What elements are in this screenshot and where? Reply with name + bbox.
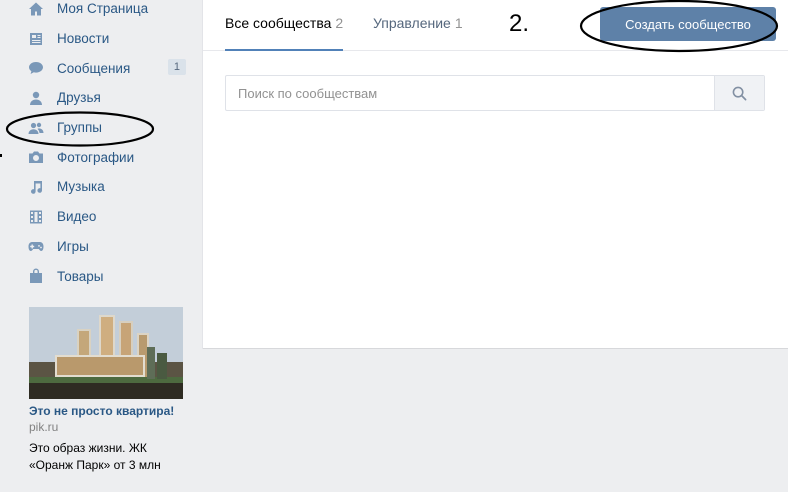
- sidebar-item-my-page[interactable]: Моя Страница: [20, 0, 190, 24]
- ad-title[interactable]: Это не просто квартира!: [29, 404, 183, 418]
- sidebar-item-groups[interactable]: Группы: [20, 113, 190, 143]
- shopping-bag-icon: [27, 267, 45, 285]
- sidebar-item-label: Сообщения: [57, 60, 131, 76]
- message-icon: [27, 59, 45, 77]
- music-note-icon: [27, 178, 45, 196]
- user-icon: [27, 89, 45, 107]
- users-icon: [27, 119, 45, 137]
- sidebar-item-photos[interactable]: Фотографии: [20, 142, 190, 172]
- community-search: [225, 75, 765, 111]
- news-icon: [27, 30, 45, 48]
- gamepad-icon: [27, 237, 45, 255]
- search-button[interactable]: [714, 76, 764, 110]
- sidebar-item-label: Новости: [57, 31, 110, 47]
- sidebar-item-label: Товары: [57, 268, 104, 284]
- create-community-button[interactable]: Создать сообщество: [600, 7, 776, 41]
- tab-count: 1: [454, 15, 463, 31]
- sidebar-item-label: Музыка: [57, 179, 105, 195]
- step-number-annotation: 2.: [509, 10, 530, 37]
- ad-image[interactable]: [29, 307, 183, 399]
- sidebar-item-friends[interactable]: Друзья: [20, 83, 190, 113]
- sidebar-item-messages[interactable]: Сообщения 1: [20, 53, 190, 83]
- annotation-mark: [0, 154, 2, 157]
- tab-count: 2: [335, 15, 344, 31]
- home-icon: [27, 0, 45, 18]
- sidebar-item-label: Игры: [57, 238, 89, 254]
- sidebar-item-label: Фотографии: [57, 149, 135, 165]
- camera-icon: [27, 148, 45, 166]
- sidebar-item-label: Видео: [57, 209, 97, 225]
- community-search-input[interactable]: [226, 76, 715, 110]
- film-icon: [27, 208, 45, 226]
- ad-text[interactable]: Это образ жизни. ЖК «Оранж Парк» от 3 мл…: [29, 440, 179, 474]
- tab-all-communities[interactable]: Все сообщества 2: [225, 15, 344, 51]
- tab-label: Все сообщества: [225, 15, 332, 31]
- sidebar-item-news[interactable]: Новости: [20, 24, 190, 54]
- sidebar-item-label: Группы: [57, 120, 102, 136]
- search-icon: [732, 86, 747, 100]
- sidebar-item-video[interactable]: Видео: [20, 202, 190, 232]
- ad-domain[interactable]: pik.ru: [29, 420, 183, 434]
- sidebar-item-music[interactable]: Музыка: [20, 172, 190, 202]
- communities-panel: Все сообщества 2 Управление 1 2. Создать с…: [203, 0, 788, 348]
- tab-management[interactable]: Управление 1: [373, 15, 463, 51]
- unread-count-badge: 1: [167, 59, 186, 76]
- tab-label: Управление: [373, 15, 451, 31]
- communities-tabs: Все сообщества 2 Управление 1 2. Создать с…: [203, 0, 788, 51]
- sidebar-ad[interactable]: Это не просто квартира! pik.ru Это образ…: [29, 307, 183, 474]
- sidebar-item-label: Друзья: [57, 90, 101, 106]
- sidebar-item-label: Моя Страница: [57, 1, 149, 17]
- sidebar-item-games[interactable]: Игры: [20, 232, 190, 262]
- sidebar-item-goods[interactable]: Товары: [20, 261, 190, 291]
- sidebar-menu: Моя Страница Новости Сообщения 1 Друзья …: [20, 0, 190, 291]
